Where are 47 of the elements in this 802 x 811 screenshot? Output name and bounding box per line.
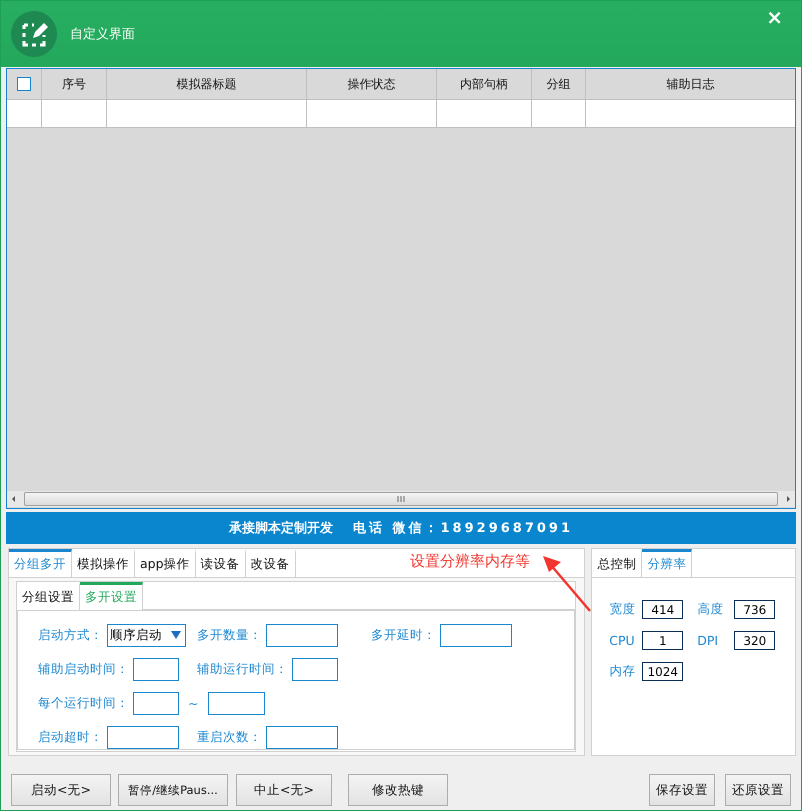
field-label: 重启次数： xyxy=(197,728,262,746)
horizontal-scrollbar[interactable] xyxy=(7,491,795,507)
tab[interactable]: 分组设置 xyxy=(17,582,80,610)
input-field[interactable] xyxy=(208,692,265,714)
field-label: 高度 xyxy=(697,601,724,618)
field-label: 启动方式： xyxy=(38,626,103,644)
field-label: 多开延时： xyxy=(371,626,436,644)
action-button[interactable]: 启动<无> xyxy=(11,774,111,806)
field-label: 多开数量： xyxy=(197,626,262,644)
input-field[interactable] xyxy=(107,726,179,748)
input-field[interactable] xyxy=(133,658,179,680)
action-button[interactable]: 还原设置 xyxy=(725,774,791,806)
field-label: ~ xyxy=(188,696,198,710)
input-field[interactable] xyxy=(266,624,338,646)
action-button[interactable]: 暂停/继续Paus... xyxy=(118,774,228,806)
input-field[interactable] xyxy=(292,658,338,680)
input-field[interactable] xyxy=(133,692,179,714)
input-field[interactable]: 1 xyxy=(642,631,684,650)
annotation-text: 设置分辨率内存等 xyxy=(410,552,530,571)
field-label: 辅助启动时间： xyxy=(38,660,129,678)
field-label: CPU xyxy=(609,633,636,648)
dropdown[interactable]: 顺序启动 xyxy=(107,624,186,646)
window-title: 自定义界面 xyxy=(70,26,135,43)
input-field[interactable]: 414 xyxy=(642,600,684,619)
field-label: 内存 xyxy=(609,663,636,680)
input-field[interactable]: 1024 xyxy=(642,662,684,681)
caret-icon xyxy=(171,631,181,639)
action-button[interactable]: 中止<无> xyxy=(236,774,332,806)
grip-icon xyxy=(397,496,405,502)
field-label: 宽度 xyxy=(609,601,636,618)
contact-text: 电话 微信：18929687091 xyxy=(352,520,574,537)
banner-text: 承接脚本定制开发 xyxy=(228,520,333,537)
tab[interactable]: 分辨率 xyxy=(642,549,692,577)
app-logo-icon xyxy=(11,11,57,57)
select-all-checkbox[interactable] xyxy=(17,77,31,91)
annotation-arrow xyxy=(542,556,592,612)
input-field[interactable]: 736 xyxy=(734,600,776,619)
field-label: 启动超时： xyxy=(38,728,103,746)
input-field[interactable] xyxy=(440,624,512,646)
input-field[interactable] xyxy=(266,726,338,748)
input-field[interactable]: 320 xyxy=(734,631,776,650)
field-label: 辅助运行时间： xyxy=(197,660,288,678)
field-label: 每个运行时间： xyxy=(38,694,129,712)
tab[interactable]: 分组多开 xyxy=(9,549,72,577)
action-button[interactable]: 修改热键 xyxy=(348,774,448,806)
field-label: DPI xyxy=(697,633,720,648)
action-button[interactable]: 保存设置 xyxy=(649,774,715,806)
